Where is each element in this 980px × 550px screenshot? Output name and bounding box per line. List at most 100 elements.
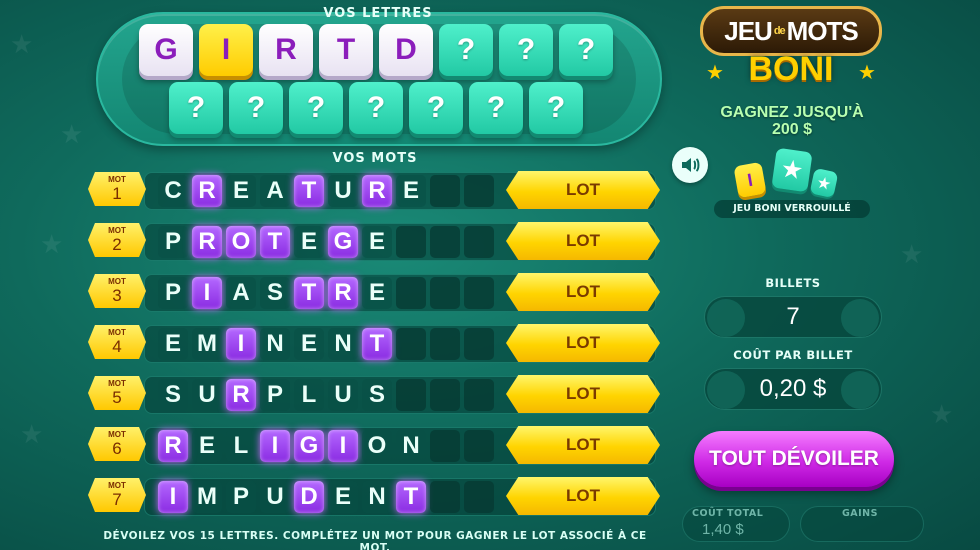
cost-value: 0,20 $ [759, 375, 827, 402]
empty-letter-slot [430, 277, 460, 309]
speaker-icon [682, 158, 700, 172]
hidden-letter-tile[interactable]: ? [169, 82, 223, 134]
word-number: 4 [112, 337, 122, 356]
bonus-tile-teal: ★ [771, 147, 813, 193]
word-letter: P [158, 277, 188, 309]
empty-letter-slot [464, 277, 494, 309]
word-letter: I [260, 430, 290, 462]
revealed-letter-tile: I [199, 24, 253, 76]
empty-letter-slot [464, 175, 494, 207]
empty-letter-slot [430, 379, 460, 411]
hidden-letter-tile[interactable]: ? [289, 82, 343, 134]
word-letter: E [362, 277, 392, 309]
word-number-badge: MOT 3 [88, 274, 146, 308]
lot-prize-button[interactable]: LOT [506, 273, 660, 311]
word-letter: R [362, 175, 392, 207]
lot-prize-button[interactable]: LOT [506, 375, 660, 413]
word-letter: L [294, 379, 324, 411]
word-letter: G [294, 430, 324, 462]
hidden-letter-tile[interactable]: ? [559, 24, 613, 76]
word-letter: U [260, 481, 290, 513]
empty-letter-slot [464, 226, 494, 258]
game-logo: JEU de MOTS ★ BONI ★ [694, 6, 888, 90]
lot-prize-button[interactable]: LOT [506, 222, 660, 260]
star-icon: ★ [816, 173, 832, 192]
word-letter: O [362, 430, 392, 462]
prize-line-1: GAGNEZ JUSQU'À [720, 104, 864, 121]
word-letter: E [192, 430, 222, 462]
empty-letter-slot [464, 379, 494, 411]
word-letter: A [226, 277, 256, 309]
prize-text: GAGNEZ JUSQU'À 200 $ [690, 104, 894, 138]
word-row: MOT 6 R E L I G I O N LOT [88, 423, 662, 467]
lot-prize-button[interactable]: LOT [506, 171, 660, 209]
letters-title: VOS LETTRES [323, 6, 433, 21]
word-number: 2 [112, 235, 122, 254]
lot-prize-button[interactable]: LOT [506, 324, 660, 362]
word-letter: N [328, 328, 358, 360]
word-letter: E [396, 175, 426, 207]
bonus-locked-label: JEU BONI VERROUILLÉ [714, 200, 870, 218]
word-letter: E [362, 226, 392, 258]
cost-selector[interactable]: 0,20 $ [704, 368, 882, 410]
word-letter: T [260, 226, 290, 258]
word-number-badge: MOT 1 [88, 172, 146, 206]
hidden-letter-tile[interactable]: ? [529, 82, 583, 134]
empty-letter-slot [464, 481, 494, 513]
bonus-tile-yellow: I [733, 161, 767, 199]
cost-label: COÛT PAR BILLET [733, 348, 853, 362]
hidden-letter-tile[interactable]: ? [439, 24, 493, 76]
tickets-label: BILLETS [765, 276, 821, 290]
words-title: VOS MOTS [332, 151, 418, 166]
revealed-letter-tile: R [259, 24, 313, 76]
word-letter: T [294, 175, 324, 207]
revealed-letter-tile: G [139, 24, 193, 76]
word-letter: A [260, 175, 290, 207]
word-letter: R [226, 379, 256, 411]
word-number-badge: MOT 5 [88, 376, 146, 410]
word-letter: T [362, 328, 392, 360]
hidden-letter-tile[interactable]: ? [499, 24, 553, 76]
word-letter: S [362, 379, 392, 411]
sound-button[interactable] [672, 147, 708, 183]
word-letter: R [192, 175, 222, 207]
lot-prize-button[interactable]: LOT [506, 426, 660, 464]
word-letter: R [158, 430, 188, 462]
word-letter: D [294, 481, 324, 513]
empty-letter-slot [430, 430, 460, 462]
tickets-selector[interactable]: 7 [704, 296, 882, 338]
hidden-letter-tile[interactable]: ? [349, 82, 403, 134]
word-letter: M [192, 328, 222, 360]
logo-title: JEU de MOTS [700, 6, 882, 56]
bonus-tile-teal-small: ★ [809, 167, 839, 199]
word-letter: I [158, 481, 188, 513]
hidden-letter-tile[interactable]: ? [469, 82, 523, 134]
word-letter: E [158, 328, 188, 360]
empty-letter-slot [464, 430, 494, 462]
word-letter: T [294, 277, 324, 309]
word-row: MOT 1 C R E A T U R E LOT [88, 168, 662, 212]
word-letter: N [362, 481, 392, 513]
word-number-badge: MOT 4 [88, 325, 146, 359]
word-row: MOT 2 P R O T E G E LOT [88, 219, 662, 263]
winnings-label: GAINS [842, 508, 878, 519]
word-letter: E [226, 175, 256, 207]
logo-word-mots: MOTS [786, 15, 859, 46]
lot-prize-button[interactable]: LOT [506, 477, 660, 515]
logo-boni: BONI [748, 50, 834, 88]
word-letter: S [260, 277, 290, 309]
hidden-letter-tile[interactable]: ? [409, 82, 463, 134]
word-letter: N [260, 328, 290, 360]
word-number: 7 [112, 490, 122, 509]
word-row: MOT 4 E M I N E N T LOT [88, 321, 662, 365]
word-letter: S [158, 379, 188, 411]
word-letter: E [294, 226, 324, 258]
word-letter: R [192, 226, 222, 258]
word-letter: O [226, 226, 256, 258]
hidden-letter-tile[interactable]: ? [229, 82, 283, 134]
reveal-all-button[interactable]: TOUT DÉVOILER [694, 431, 894, 487]
star-icon: ★ [858, 60, 876, 84]
word-number: 5 [112, 388, 122, 407]
total-cost-label: COÛT TOTAL [692, 508, 764, 519]
word-letter: C [158, 175, 188, 207]
